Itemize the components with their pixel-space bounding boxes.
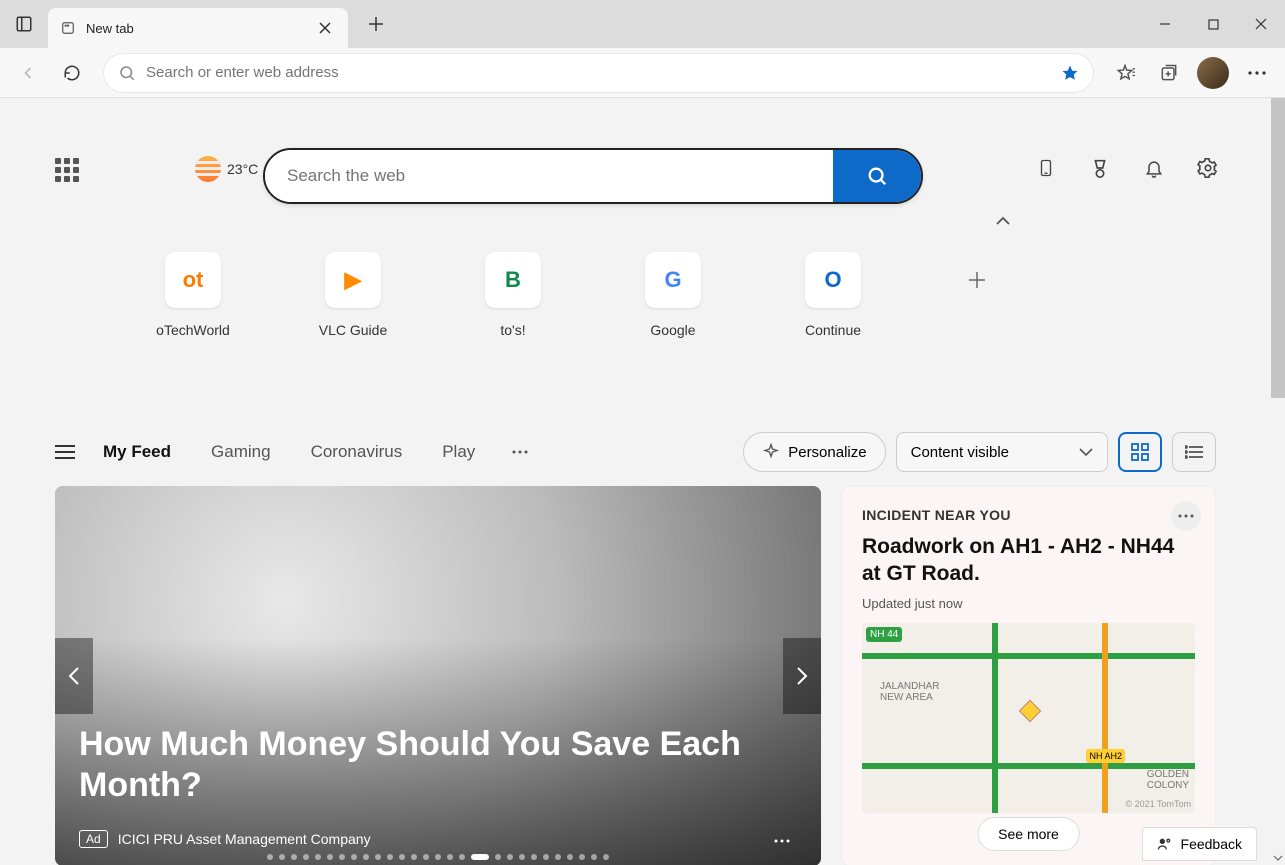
map-badge: NH 44: [866, 627, 902, 642]
feed-tab[interactable]: Play: [442, 442, 475, 462]
search-icon: [118, 64, 136, 82]
address-bar[interactable]: [104, 54, 1093, 92]
quicklink-tile[interactable]: Bto's!: [473, 252, 553, 338]
feed-more-icon[interactable]: [511, 449, 529, 455]
add-tile-button[interactable]: [953, 252, 1033, 338]
weather-widget[interactable]: 23°C: [195, 156, 258, 182]
list-view-button[interactable]: [1172, 432, 1216, 472]
web-search-bar: [263, 148, 923, 204]
window-controls: [1141, 0, 1285, 48]
web-search-button[interactable]: [833, 150, 921, 202]
hero-footer: Ad ICICI PRU Asset Management Company: [79, 830, 797, 848]
minimize-button[interactable]: [1141, 0, 1189, 48]
mobile-icon[interactable]: [1033, 155, 1059, 181]
tile-icon: ▶: [325, 252, 381, 308]
profile-button[interactable]: [1193, 53, 1233, 93]
scrollbar[interactable]: [1271, 98, 1285, 398]
side-panel-toggle[interactable]: [0, 0, 48, 48]
menu-button[interactable]: [1237, 53, 1277, 93]
grid-view-button[interactable]: [1118, 432, 1162, 472]
hero-card[interactable]: How Much Money Should You Save Each Mont…: [55, 486, 821, 865]
incident-map[interactable]: NH 44 JALANDHAR NEW AREA NH AH2 GOLDEN C…: [862, 623, 1195, 813]
feedback-label: Feedback: [1181, 836, 1242, 852]
plus-icon: [953, 256, 1001, 304]
titlebar: New tab: [0, 0, 1285, 48]
map-badge: NH AH2: [1086, 749, 1125, 763]
map-label: JALANDHAR NEW AREA: [880, 681, 950, 703]
browser-toolbar: [0, 48, 1285, 98]
map-attribution: © 2021 TomTom: [1126, 799, 1192, 809]
quicklink-tile[interactable]: O Continue: [793, 252, 873, 338]
tile-icon: G: [645, 252, 701, 308]
feed-tab[interactable]: Coronavirus: [311, 442, 403, 462]
weather-temp: 23°C: [227, 161, 258, 177]
chevron-up-icon[interactable]: [995, 216, 1011, 226]
app-launcher-icon[interactable]: [55, 158, 87, 190]
tile-icon: ot: [165, 252, 221, 308]
avatar: [1197, 57, 1229, 89]
close-tab-button[interactable]: [314, 17, 336, 39]
feed-tab[interactable]: Gaming: [211, 442, 271, 462]
close-window-button[interactable]: [1237, 0, 1285, 48]
hero-prev-button[interactable]: [55, 638, 93, 714]
hero-title: How Much Money Should You Save Each Mont…: [79, 724, 797, 806]
feed-cards: How Much Money Should You Save Each Mont…: [0, 472, 1271, 865]
hero-next-button[interactable]: [783, 638, 821, 714]
favorite-star-icon[interactable]: [1061, 64, 1079, 82]
page-content: 23°C ot oTechWorld ▶ VLC Guide Bto's! G Google…: [0, 98, 1271, 865]
incident-label: INCIDENT NEAR YOU: [862, 507, 1195, 523]
tile-label: VLC Guide: [313, 322, 393, 338]
tile-label: oTechWorld: [153, 322, 233, 338]
map-label: GOLDEN COLONY: [1134, 769, 1189, 791]
tile-label: to's!: [473, 322, 553, 338]
hero-pagination: [267, 854, 609, 860]
personalize-button[interactable]: Personalize: [743, 432, 885, 472]
top-section: 23°C ot oTechWorld ▶ VLC Guide Bto's! G Google…: [0, 98, 1271, 362]
sparkle-icon: [762, 443, 780, 461]
rewards-icon[interactable]: [1087, 155, 1113, 181]
new-tab-button[interactable]: [358, 6, 394, 42]
refresh-button[interactable]: [52, 53, 92, 93]
ad-badge: Ad: [79, 830, 108, 848]
scroll-down-icon[interactable]: [1271, 851, 1285, 865]
tab-favicon-icon: [60, 20, 76, 36]
address-input[interactable]: [146, 64, 1061, 81]
content-visibility-select[interactable]: Content visible: [896, 432, 1108, 472]
feed-menu-icon[interactable]: [55, 444, 75, 460]
bell-icon[interactable]: [1141, 155, 1167, 181]
quicklink-tile[interactable]: G Google: [633, 252, 713, 338]
hero-more-icon[interactable]: [773, 838, 791, 844]
feedback-button[interactable]: Feedback: [1142, 827, 1257, 861]
incident-title: Roadwork on AH1 - AH2 - NH44 at GT Road.: [862, 533, 1195, 588]
quicklinks-row: ot oTechWorld ▶ VLC Guide Bto's! G Google O Cont…: [55, 252, 1131, 338]
incident-card: INCIDENT NEAR YOU Roadwork on AH1 - AH2 …: [841, 486, 1216, 865]
collections-button[interactable]: [1149, 53, 1189, 93]
quicklink-tile[interactable]: ot oTechWorld: [153, 252, 233, 338]
feed-bar: My Feed Gaming Coronavirus Play Personalize…: [0, 432, 1271, 472]
feedback-icon: [1157, 836, 1173, 852]
card-more-icon[interactable]: [1171, 501, 1201, 531]
chevron-down-icon: [1079, 448, 1093, 456]
tile-icon: B: [485, 252, 541, 308]
weather-icon: [195, 156, 221, 182]
content-select-label: Content visible: [911, 444, 1009, 461]
favorites-button[interactable]: [1105, 53, 1145, 93]
gear-icon[interactable]: [1195, 155, 1221, 181]
header-actions: [1033, 155, 1221, 181]
tab-title: New tab: [86, 21, 304, 36]
web-search-input[interactable]: [265, 150, 833, 202]
see-more-button[interactable]: See more: [977, 817, 1080, 851]
tile-label: Continue: [793, 322, 873, 338]
personalize-label: Personalize: [788, 444, 866, 461]
maximize-button[interactable]: [1189, 0, 1237, 48]
incident-marker-icon: [1019, 699, 1042, 722]
feed-tab[interactable]: My Feed: [103, 442, 171, 462]
hero-source: ICICI PRU Asset Management Company: [118, 831, 371, 847]
quicklink-tile[interactable]: ▶ VLC Guide: [313, 252, 393, 338]
tab[interactable]: New tab: [48, 8, 348, 48]
back-button[interactable]: [8, 53, 48, 93]
incident-updated: Updated just now: [862, 596, 1195, 611]
tile-icon: O: [805, 252, 861, 308]
tile-label: Google: [633, 322, 713, 338]
